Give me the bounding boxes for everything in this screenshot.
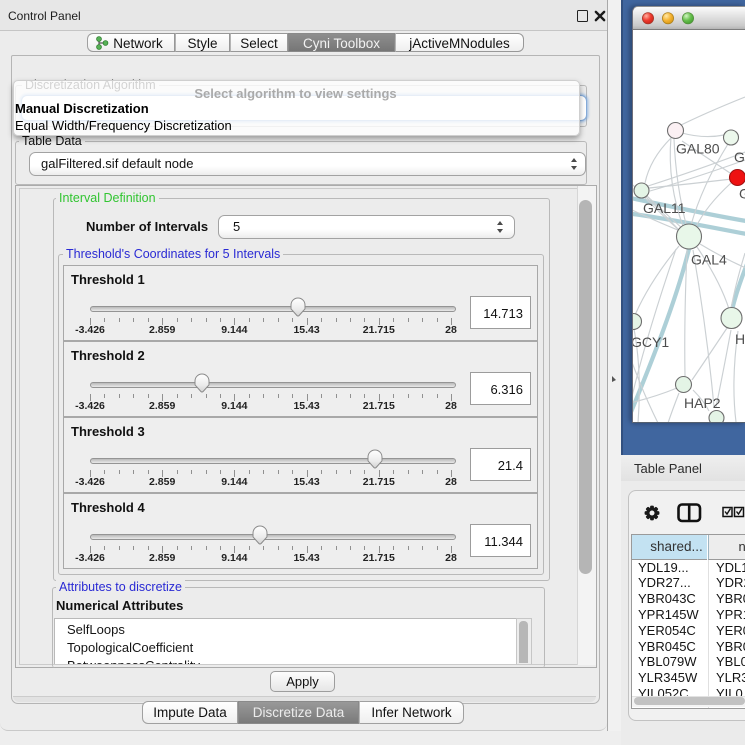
svg-text:GAL4: GAL4 <box>691 252 727 268</box>
svg-text:GA: GA <box>734 149 745 165</box>
svg-text:HAP2: HAP2 <box>684 395 721 411</box>
svg-text:GCY1: GCY1 <box>633 334 669 350</box>
svg-text:GAL11: GAL11 <box>643 200 686 216</box>
svg-text:G: G <box>739 186 745 202</box>
svg-text:GAL80: GAL80 <box>676 141 720 157</box>
svg-text:H: H <box>735 331 745 347</box>
